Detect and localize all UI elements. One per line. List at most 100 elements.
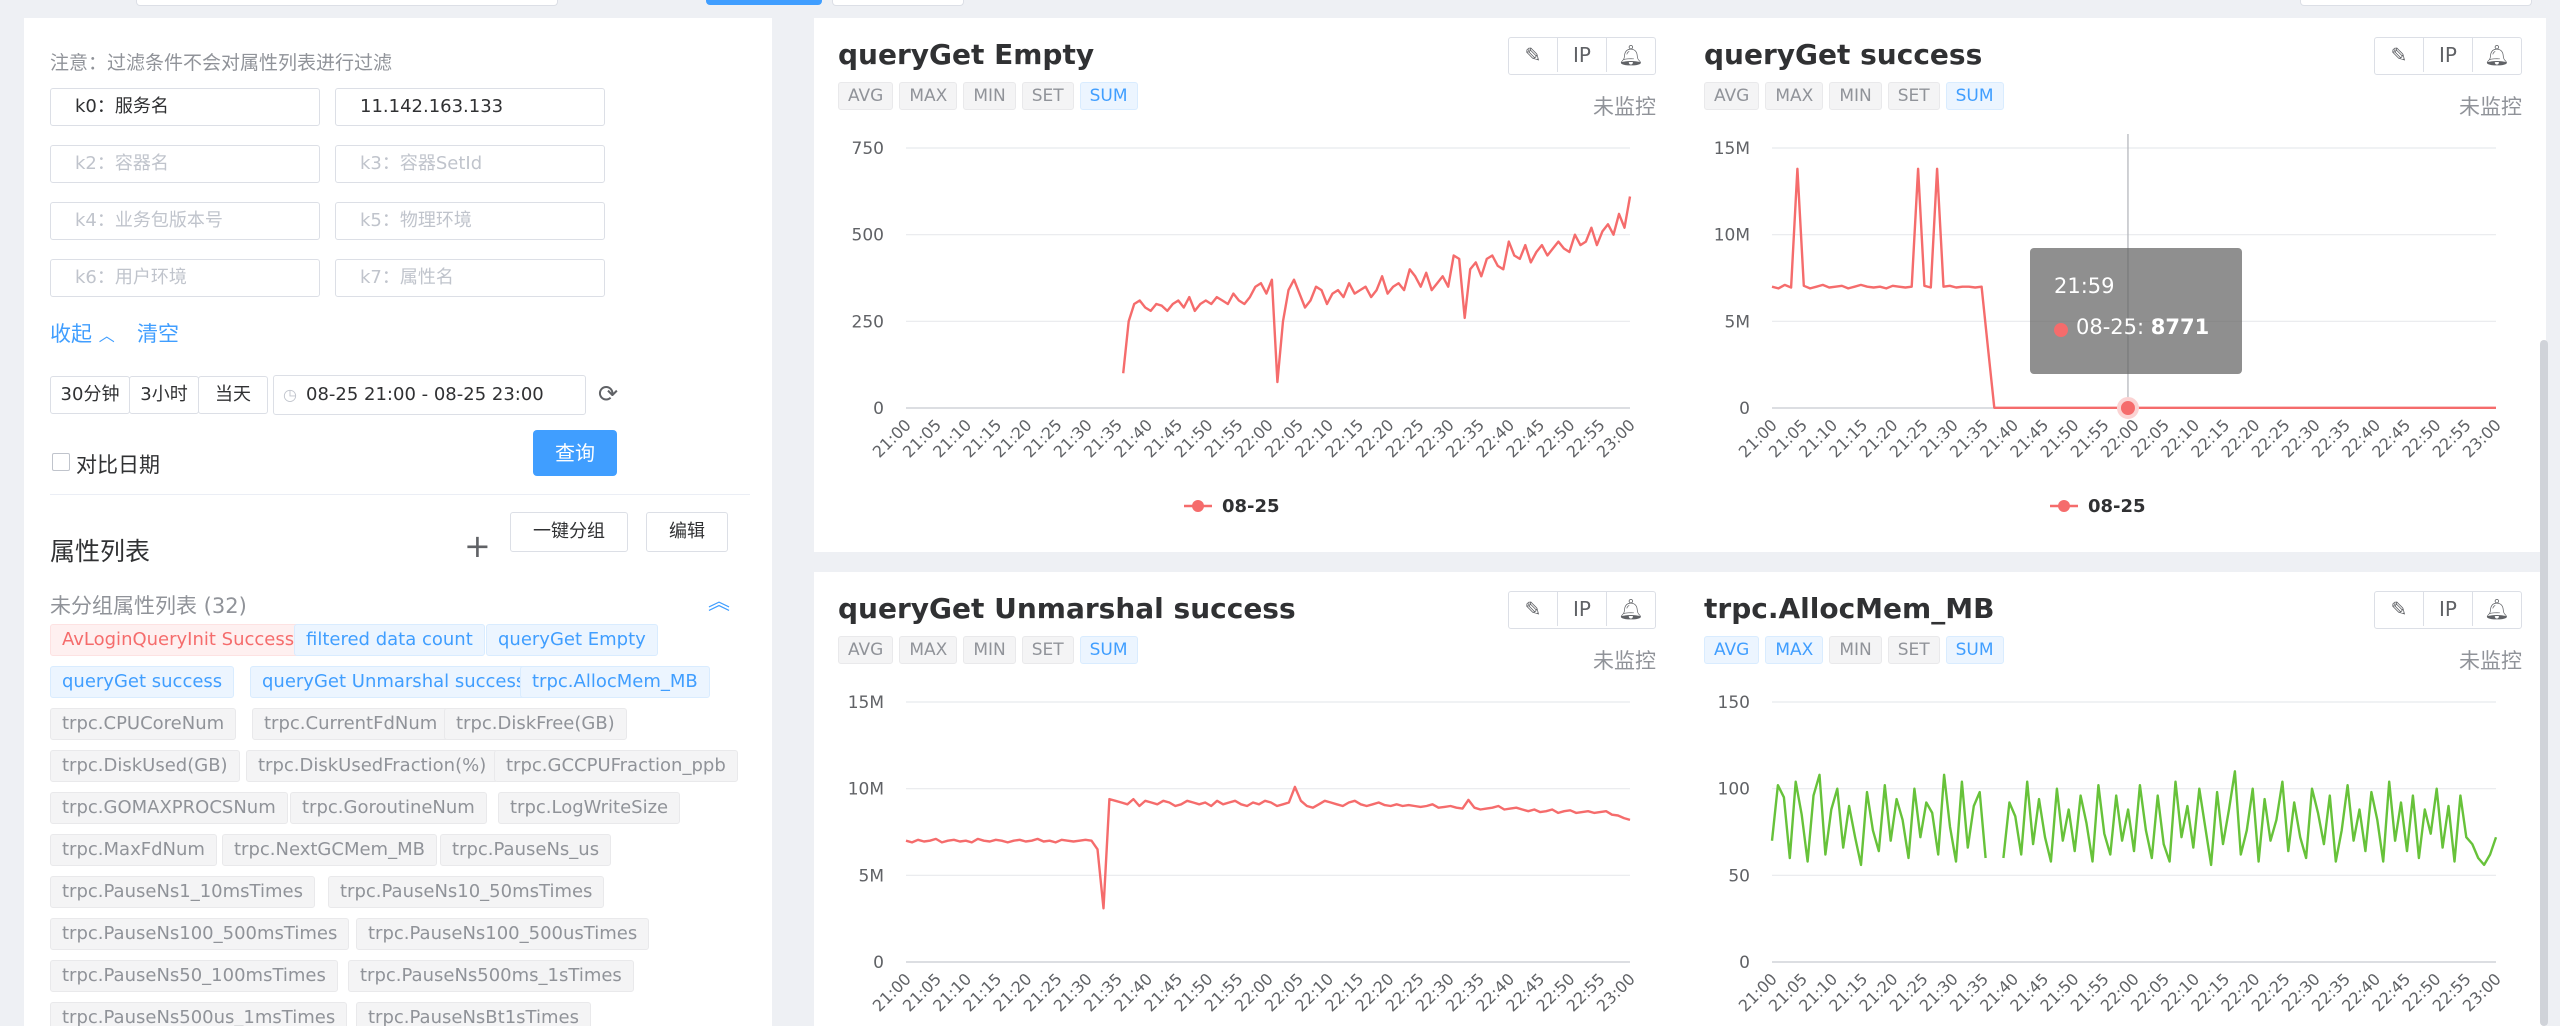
filter-k0-input[interactable]: k0：服务名 [50, 88, 320, 126]
attribute-tag[interactable]: trpc.MaxFdNum [50, 834, 217, 866]
top-toolbar-edge[interactable] [2300, 0, 2532, 6]
attribute-tag[interactable]: trpc.LogWriteSize [498, 792, 681, 824]
filter-k3-input[interactable]: k3：容器SetId [335, 145, 605, 183]
top-strip [0, 0, 2560, 10]
legend-marker [1192, 500, 1204, 512]
attribute-tag[interactable]: trpc.AllocMem_MB [520, 666, 710, 698]
attribute-tag[interactable]: trpc.PauseNs100_500msTimes [50, 918, 350, 950]
attribute-tag[interactable]: trpc.DiskUsed(GB) [50, 750, 240, 782]
clock-icon: ◷ [283, 385, 297, 404]
time-3h-button[interactable]: 3小时 [129, 376, 199, 414]
chart-plot[interactable]: 025050075021:0021:0521:1021:1521:2021:25… [814, 18, 1680, 552]
chart-plot[interactable]: 05010015021:0021:0521:1021:1521:2021:252… [1680, 572, 2546, 1026]
chart-card-queryget-empty: queryGet Empty AVG MAX MIN SET SUM ✎ IP 🔔︎ 未… [814, 18, 1680, 552]
y-tick-label: 10M [848, 780, 884, 800]
query-button[interactable]: 查询 [533, 430, 617, 476]
series-line [905, 785, 1631, 910]
legend-label: 08-25 [1222, 496, 1280, 517]
filter-k4-input[interactable]: k4：业务包版本号 [50, 202, 320, 240]
compare-date-checkbox[interactable] [52, 453, 70, 471]
chart-card-queryget-unmarshal-success: queryGet Unmarshal success AVG MAX MIN SET S… [814, 572, 1680, 1026]
attribute-tag[interactable]: trpc.DiskUsedFraction(%) [246, 750, 499, 782]
attribute-tag[interactable]: trpc.CPUCoreNum [50, 708, 237, 740]
attribute-tag[interactable]: trpc.GCCPUFraction_ppb [494, 750, 738, 782]
attribute-list-heading: 属性列表 [50, 537, 151, 566]
filter-k6-input[interactable]: k6：用户环境 [50, 259, 320, 297]
hover-point [2116, 397, 2139, 419]
y-tick-label: 0 [1739, 953, 1750, 973]
attribute-tag[interactable]: AvLoginQueryInit Success [50, 624, 307, 656]
y-tick-label: 10M [1714, 226, 1750, 246]
y-tick-label: 0 [1739, 399, 1750, 419]
auto-group-button[interactable]: 一键分组 [510, 512, 628, 552]
y-tick-label: 150 [1718, 693, 1750, 713]
y-tick-label: 5M [859, 866, 884, 886]
collapse-label: 收起 [50, 322, 92, 346]
y-tick-label: 0 [873, 953, 884, 973]
double-chevron-up-icon[interactable]: ︽ [708, 592, 730, 614]
y-tick-label: 15M [1714, 139, 1750, 159]
attribute-tag[interactable]: trpc.PauseNsBt1sTimes [356, 1002, 591, 1026]
attribute-tag[interactable]: trpc.PauseNs10_50msTimes [328, 876, 605, 908]
divider [50, 494, 750, 495]
clear-link[interactable]: 清空 [137, 318, 179, 348]
attribute-tag[interactable]: trpc.DiskFree(GB) [444, 708, 627, 740]
series-line [1122, 196, 1632, 384]
top-tab-edge[interactable] [832, 0, 964, 6]
attribute-tag[interactable]: queryGet success [50, 666, 235, 698]
attribute-tag[interactable]: trpc.PauseNs1_10msTimes [50, 876, 315, 908]
attribute-tag[interactable]: trpc.NextGCMem_MB [222, 834, 437, 866]
tooltip-value: 8771 [2150, 315, 2210, 339]
y-tick-label: 250 [852, 312, 884, 332]
chart-card-allocmem: trpc.AllocMem_MB AVG MAX MIN SET SUM ✎ IP 🔔︎… [1680, 572, 2546, 1026]
filter-panel: 注意：过滤条件不会对属性列表进行过滤 k0：服务名 11.142.163.133… [24, 18, 772, 1026]
chart-tooltip: 21:59 08-25: 8771 [2030, 248, 2242, 374]
tooltip-value-line: 08-25: 8771 [2076, 315, 2210, 339]
y-tick-label: 750 [852, 139, 884, 159]
attribute-tag[interactable]: trpc.PauseNs_us [440, 834, 612, 866]
filter-note: 注意：过滤条件不会对属性列表进行过滤 [50, 52, 393, 74]
compare-date-label: 对比日期 [76, 453, 160, 477]
edit-button[interactable]: 编辑 [646, 512, 728, 552]
y-tick-label: 100 [1718, 780, 1750, 800]
add-icon[interactable]: + [464, 528, 491, 564]
legend-label: 08-25 [2088, 496, 2146, 517]
y-tick-label: 500 [852, 226, 884, 246]
ungrouped-list-label: 未分组属性列表 (32) [50, 594, 247, 618]
attribute-tag[interactable]: trpc.PauseNs500us_1msTimes [50, 1002, 348, 1026]
top-active-tab-edge[interactable] [706, 0, 822, 5]
tooltip-series: 08-25 [2076, 315, 2138, 339]
time-today-button[interactable]: 当天 [198, 376, 268, 414]
attribute-tag[interactable]: queryGet Empty [486, 624, 658, 656]
attribute-tag[interactable]: filtered data count [294, 624, 485, 656]
attribute-tag[interactable]: trpc.GoroutineNum [290, 792, 487, 824]
legend-marker [2058, 500, 2070, 512]
attribute-tag[interactable]: trpc.PauseNs50_100msTimes [50, 960, 338, 992]
attribute-tag[interactable]: queryGet Unmarshal success [250, 666, 538, 698]
filter-k1-input[interactable]: 11.142.163.133 [335, 88, 605, 126]
attribute-tag[interactable]: trpc.CurrentFdNum [252, 708, 450, 740]
y-tick-label: 5M [1725, 312, 1750, 332]
y-tick-label: 50 [1728, 866, 1750, 886]
filter-k5-input[interactable]: k5：物理环境 [335, 202, 605, 240]
collapse-link[interactable]: 收起 ︿ [50, 318, 115, 348]
date-range-picker[interactable]: ◷ 08-25 21:00 - 08-25 23:00 [273, 375, 586, 415]
refresh-icon[interactable]: ⟳ [594, 380, 622, 408]
chevron-up-icon: ︿ [98, 326, 115, 345]
attribute-tag[interactable]: trpc.GOMAXPROCSNum [50, 792, 288, 824]
filter-k7-input[interactable]: k7：属性名 [335, 259, 605, 297]
tooltip-marker [2054, 323, 2068, 337]
y-tick-label: 0 [873, 399, 884, 419]
series-line [1770, 770, 2498, 867]
date-range-value: 08-25 21:00 - 08-25 23:00 [306, 384, 544, 405]
y-tick-label: 15M [848, 693, 884, 713]
attribute-tag[interactable]: trpc.PauseNs100_500usTimes [356, 918, 650, 950]
filter-k2-input[interactable]: k2：容器名 [50, 145, 320, 183]
tooltip-time: 21:59 [2054, 274, 2115, 298]
attribute-tag[interactable]: trpc.PauseNs500ms_1sTimes [348, 960, 634, 992]
page-scrollbar[interactable] [2540, 340, 2548, 1026]
time-30min-button[interactable]: 30分钟 [50, 376, 130, 414]
top-input-edge[interactable] [136, 0, 558, 6]
chart-plot[interactable]: 05M10M15M21:0021:0521:1021:1521:2021:252… [814, 572, 1680, 1026]
chart-card-queryget-success: queryGet success AVG MAX MIN SET SUM ✎ IP 🔔︎… [1680, 18, 2546, 552]
